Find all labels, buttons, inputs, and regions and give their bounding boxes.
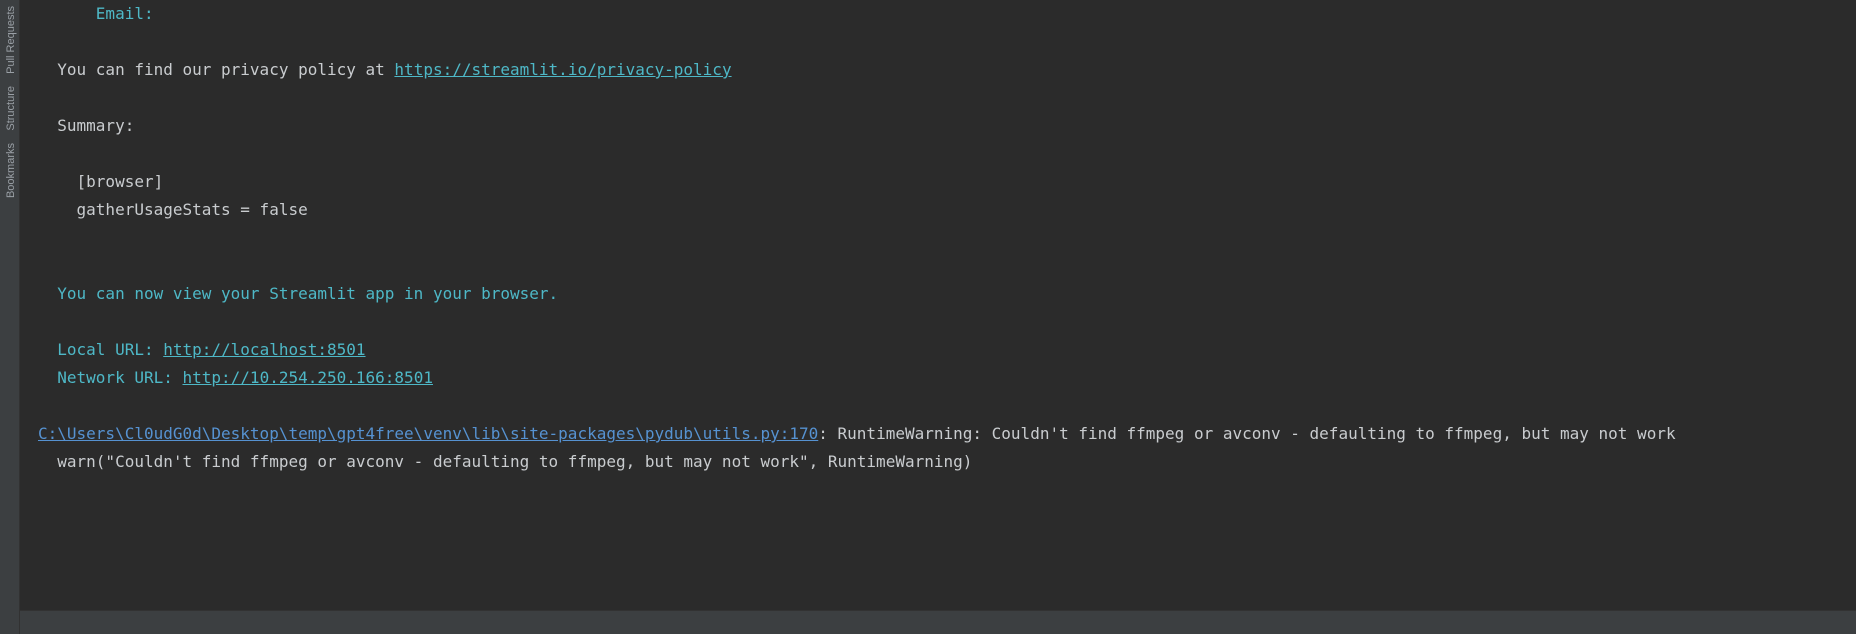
warn-call-line: warn("Couldn't find ffmpeg or avconv - d…: [38, 452, 972, 471]
network-url-link[interactable]: http://10.254.250.166:8501: [183, 368, 433, 387]
local-url-link[interactable]: http://localhost:8501: [163, 340, 365, 359]
summary-header: Summary:: [38, 116, 134, 135]
terminal-panel[interactable]: Email: You can find our privacy policy a…: [20, 0, 1856, 610]
ide-left-gutter: Pull Requests Structure Bookmarks: [0, 0, 20, 634]
email-prompt: Email:: [38, 4, 154, 23]
streamlit-ready-message: You can now view your Streamlit app in y…: [38, 284, 558, 303]
ide-status-bar: [20, 610, 1856, 634]
runtime-warning-line: C:\Users\Cl0udG0d\Desktop\temp\gpt4free\…: [38, 424, 1676, 443]
privacy-policy-link[interactable]: https://streamlit.io/privacy-policy: [394, 60, 731, 79]
network-url-line: Network URL: http://10.254.250.166:8501: [38, 368, 433, 387]
warning-source-link[interactable]: C:\Users\Cl0udG0d\Desktop\temp\gpt4free\…: [38, 424, 818, 443]
privacy-line: You can find our privacy policy at https…: [38, 60, 732, 79]
config-gather-usage-stats: gatherUsageStats = false: [38, 200, 308, 219]
local-url-line: Local URL: http://localhost:8501: [38, 340, 366, 359]
config-section-browser: [browser]: [38, 172, 163, 191]
